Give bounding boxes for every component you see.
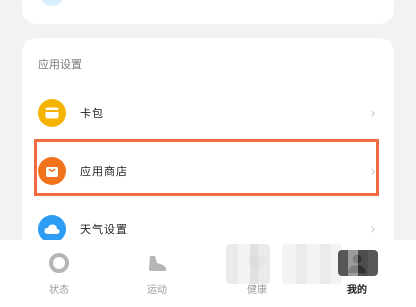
settings-item-wallet[interactable]: 卡包 › — [22, 84, 394, 142]
chevron-right-icon: › — [370, 162, 376, 180]
tab-label: 状态 — [49, 285, 69, 296]
tab-status[interactable]: 状态 — [14, 240, 104, 307]
previous-card — [22, 0, 394, 24]
tab-label: 运动 — [147, 285, 167, 296]
cloud-icon — [38, 215, 66, 243]
pixelated-overlay — [338, 250, 378, 276]
previous-card-icon — [40, 0, 64, 6]
ring-icon — [49, 253, 69, 273]
shopping-bag-icon — [38, 157, 66, 185]
settings-item-label: 天气设置 — [80, 223, 128, 236]
settings-item-label: 卡包 — [80, 107, 104, 120]
tab-sport[interactable]: 运动 — [112, 240, 202, 307]
tab-label: 我的 — [347, 285, 367, 296]
section-title: 应用设置 — [38, 58, 82, 71]
pixelated-overlay — [282, 244, 342, 284]
settings-item-label: 应用商店 — [80, 165, 128, 178]
settings-item-app-store[interactable]: 应用商店 › — [22, 142, 394, 200]
chevron-right-icon: › — [370, 104, 376, 122]
wallet-icon — [38, 99, 66, 127]
shoe-icon — [149, 256, 166, 271]
pixelated-overlay — [226, 244, 270, 284]
chevron-right-icon: › — [370, 220, 376, 238]
app-settings-card: 应用设置 卡包 › 应用商店 › 天气设置 › — [22, 38, 394, 258]
